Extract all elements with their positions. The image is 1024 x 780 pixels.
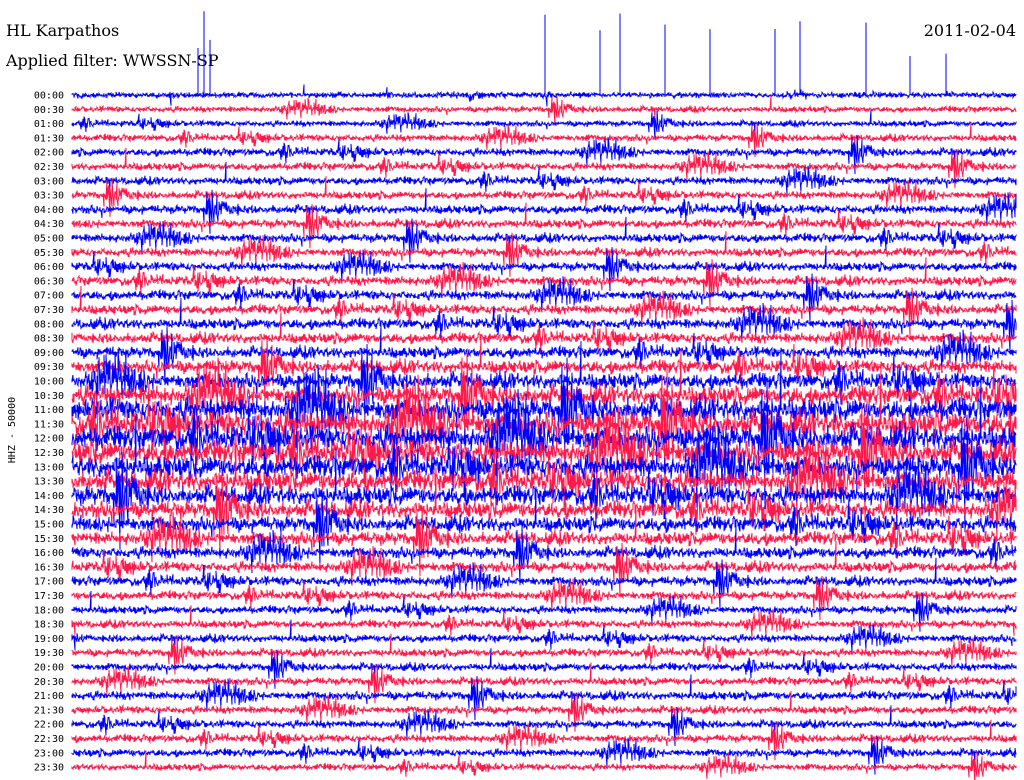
- row-label: 08:30: [34, 334, 64, 345]
- row-label: 20:00: [34, 663, 64, 674]
- row-label: 08:00: [34, 319, 64, 330]
- row-label: 19:30: [34, 648, 64, 659]
- row-label: 15:30: [34, 534, 64, 545]
- station-title: HL Karpathos: [6, 21, 119, 40]
- row-label: 23:00: [34, 748, 64, 759]
- row-label: 14:30: [34, 505, 64, 516]
- trace-row: [71, 95, 1017, 126]
- row-label: 15:00: [34, 520, 64, 531]
- row-label: 16:30: [34, 562, 64, 573]
- row-label: 11:30: [34, 419, 64, 430]
- row-label: 06:00: [34, 262, 64, 273]
- row-label: 21:30: [34, 705, 64, 716]
- row-label: 01:30: [34, 133, 64, 144]
- row-label: 07:30: [34, 305, 64, 316]
- row-label: 13:00: [34, 462, 64, 473]
- row-label: 17:30: [34, 591, 64, 602]
- helicorder-chart: HL Karpathos 2011-02-04 Applied filter: …: [5, 11, 1017, 780]
- y-axis-label: HHZ - 50000: [7, 397, 18, 463]
- row-label: 10:00: [34, 377, 64, 388]
- row-label: 12:30: [34, 448, 64, 459]
- row-label: 03:00: [34, 176, 64, 187]
- row-label: 12:00: [34, 434, 64, 445]
- row-label: 22:30: [34, 734, 64, 745]
- row-label: 16:00: [34, 548, 64, 559]
- row-label: 06:30: [34, 276, 64, 287]
- row-label: 22:00: [34, 720, 64, 731]
- row-label: 14:00: [34, 491, 64, 502]
- row-label: 10:30: [34, 391, 64, 402]
- row-label: 21:00: [34, 691, 64, 702]
- row-label: 04:00: [34, 205, 64, 216]
- row-label: 04:30: [34, 219, 64, 230]
- row-label: 18:30: [34, 620, 64, 631]
- row-label: 01:00: [34, 119, 64, 130]
- row-label: 23:30: [34, 763, 64, 774]
- row-label: 18:00: [34, 605, 64, 616]
- row-label: 02:00: [34, 148, 64, 159]
- row-label: 09:00: [34, 348, 64, 359]
- row-label: 07:00: [34, 291, 64, 302]
- row-label: 17:00: [34, 577, 64, 588]
- row-label: 19:00: [34, 634, 64, 645]
- row-label: 05:30: [34, 248, 64, 259]
- row-label: 13:30: [34, 477, 64, 488]
- row-label: 05:00: [34, 234, 64, 245]
- date-label: 2011-02-04: [924, 21, 1016, 40]
- row-label: 00:00: [34, 91, 64, 102]
- row-label: 11:00: [34, 405, 64, 416]
- row-labels-group: 00:00 00:30 01:00 01:30 02:00 02:30 03:00 03:30…: [34, 91, 64, 774]
- row-label: 20:30: [34, 677, 64, 688]
- row-label: 03:30: [34, 191, 64, 202]
- filter-label: Applied filter: WWSSN-SP: [5, 51, 219, 70]
- row-label: 02:30: [34, 162, 64, 173]
- traces-group: [71, 11, 1017, 780]
- trace-row: [71, 84, 1017, 107]
- row-label: 00:30: [34, 105, 64, 116]
- row-label: 09:30: [34, 362, 64, 373]
